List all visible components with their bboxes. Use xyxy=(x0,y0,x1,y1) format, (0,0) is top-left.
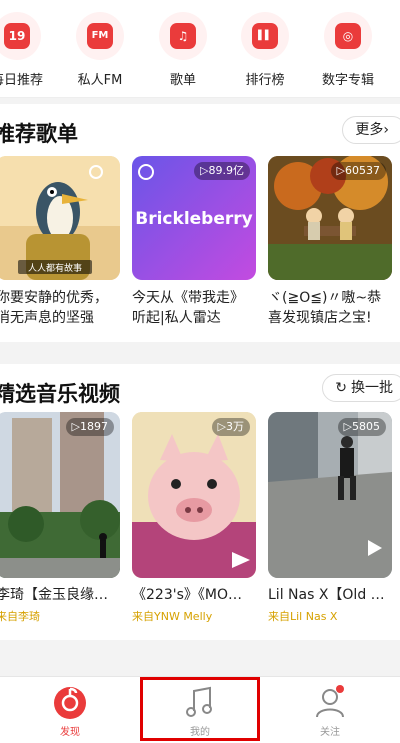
play-count: ▷5805 xyxy=(337,418,386,436)
play-count: ▷3万 xyxy=(211,418,250,436)
calendar-icon: 19 xyxy=(0,12,41,60)
music-videos-section: 精选音乐视频 ↻ 换一批 ▷1897 李琦【金玉良缘… 来自李琦 ▷3万 《22… xyxy=(0,364,400,640)
play-icon: ▷ xyxy=(336,164,345,177)
album-icon: ◎ xyxy=(324,12,372,60)
cover-caption: Brickleberry xyxy=(135,209,252,229)
play-icon: ▷ xyxy=(217,420,226,433)
discover-page: 19 每日推荐 FM 私人FM ♫ 歌单 ▌▌ 排行榜 ◎ 数字专辑 推荐歌单 … xyxy=(0,0,400,743)
video-source: 来自李琦 xyxy=(0,610,40,623)
chart-icon: ▌▌ xyxy=(241,12,289,60)
quick-nav: 19 每日推荐 FM 私人FM ♫ 歌单 ▌▌ 排行榜 ◎ 数字专辑 xyxy=(0,0,400,98)
play-icon: ▷ xyxy=(200,164,209,177)
playlist-cover: Brickleberry ▷89.9亿 xyxy=(132,156,256,280)
discover-icon xyxy=(54,687,86,719)
playlist-icon: ♫ xyxy=(159,12,207,60)
play-icon: ▷ xyxy=(343,420,352,433)
playlist-title: ヾ(≧O≦)〃嗷~恭喜发现镇店之宝! xyxy=(268,290,382,326)
video-source: 来自Lil Nas X xyxy=(268,610,338,623)
quick-nav-daily[interactable]: 19 每日推荐 xyxy=(0,12,56,92)
quick-nav-label: 歌单 xyxy=(169,73,196,88)
more-button[interactable]: 更多› xyxy=(342,116,400,144)
video-source: 来自YNW Melly xyxy=(132,610,213,623)
video-thumbnail: ▷1897 xyxy=(0,412,120,578)
quick-nav-label: 私人FM xyxy=(77,73,123,88)
play-icon: ▷ xyxy=(71,420,80,433)
quick-nav-digital-album[interactable]: ◎ 数字专辑 xyxy=(309,12,387,92)
tab-follow[interactable]: 关注 xyxy=(290,683,370,738)
section-title: 精选音乐视频 xyxy=(0,382,120,406)
recommended-playlists-section: 推荐歌单 更多› 人人都有故事 你要安静的优秀，消无声息的坚强 Brickleb… xyxy=(0,104,400,342)
quick-nav-label: 数字专辑 xyxy=(321,73,374,88)
video-thumbnail: ▷5805 xyxy=(268,412,392,578)
section-title: 推荐歌单 xyxy=(0,122,78,146)
video-title: 《223's》《MO… xyxy=(132,587,242,603)
radio-icon: FM xyxy=(76,12,124,60)
tab-label: 发现 xyxy=(60,727,80,738)
user-icon xyxy=(316,689,344,718)
quick-nav-label: 每日推荐 xyxy=(0,73,43,88)
highlight-box xyxy=(140,677,260,741)
video-title: Lil Nas X【Old … xyxy=(268,587,385,603)
video-title: 李琦【金玉良缘… xyxy=(0,587,108,603)
quick-nav-chart[interactable]: ▌▌ 排行榜 xyxy=(226,12,304,92)
notification-dot xyxy=(336,685,344,693)
refresh-icon: ↻ xyxy=(335,380,347,396)
tab-discover[interactable]: 发现 xyxy=(30,683,110,738)
play-count: ▷89.9亿 xyxy=(194,162,250,180)
quick-nav-playlist[interactable]: ♫ 歌单 xyxy=(144,12,222,92)
playlist-title: 你要安静的优秀，消无声息的坚强 xyxy=(0,290,108,326)
playlist-cover: ▷60537 xyxy=(268,156,392,280)
playlist-title: 今天从《带我走》听起|私人雷达 xyxy=(132,290,244,326)
cover-caption: 人人都有故事 xyxy=(28,262,82,274)
tab-label: 关注 xyxy=(320,727,340,738)
chevron-right-icon: › xyxy=(383,122,389,138)
play-count: ▷1897 xyxy=(65,418,114,436)
playlist-cover: 人人都有故事 xyxy=(0,156,120,280)
refresh-button[interactable]: ↻ 换一批 xyxy=(322,374,400,402)
play-count: ▷60537 xyxy=(330,162,386,180)
quick-nav-label: 排行榜 xyxy=(245,73,285,88)
video-thumbnail: ▷3万 xyxy=(132,412,256,578)
quick-nav-fm[interactable]: FM 私人FM xyxy=(61,12,139,92)
